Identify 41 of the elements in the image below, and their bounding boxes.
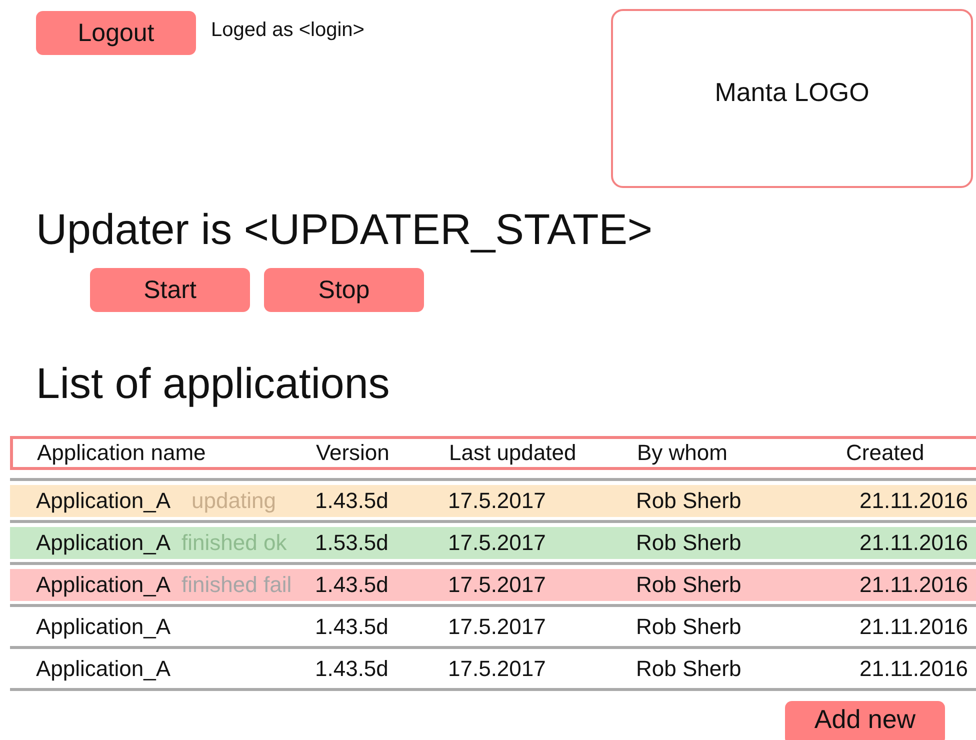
column-header: Created (846, 440, 926, 466)
table-cell: 21.11.2016 (860, 488, 968, 514)
table-cell-text: 1.43.5d (315, 488, 390, 514)
updater-state-heading: Updater is <UPDATER_STATE> (35, 205, 654, 256)
table-cell: 21.11.2016 (860, 572, 968, 598)
status-label: updating (192, 488, 276, 514)
table-cell-text: 1.43.5d (315, 614, 390, 640)
table-cell-text: 1.53.5d (315, 530, 390, 556)
table-cell-text: Rob Sherb (636, 530, 742, 556)
table-cell: 21.11.2016 (860, 614, 968, 640)
logo-text: Manta LOGO (714, 77, 870, 108)
table-cell-text: Rob Sherb (636, 614, 742, 640)
table-cell: Application_A (36, 530, 171, 556)
table-cell-text: Rob Sherb (636, 488, 742, 514)
table-cell-text: 17.5.2017 (448, 572, 547, 598)
login-text: Loged as <login> (211, 18, 364, 42)
table-cell: 21.11.2016 (860, 530, 968, 556)
table-cell-text: Rob Sherb (636, 572, 742, 598)
table-cell-text: 17.5.2017 (448, 530, 547, 556)
table-cell: Application_A (36, 614, 171, 640)
column-header: Application name (37, 440, 207, 466)
table-cell: Application_A (36, 488, 171, 514)
column-header: Version (316, 440, 390, 466)
table-cell-text: 17.5.2017 (448, 614, 547, 640)
column-header: By whom (637, 440, 728, 466)
add-new-button[interactable]: Add new (785, 701, 945, 740)
table-cell-text: 1.43.5d (315, 572, 390, 598)
table-cell: Application_A (36, 572, 171, 598)
table-cell: Application_A (36, 656, 171, 682)
table-cell: 21.11.2016 (860, 656, 968, 682)
status-label: finished ok (182, 530, 287, 556)
status-label: finished fail (182, 572, 292, 598)
stop-button[interactable]: Stop (264, 268, 424, 312)
table-cell-text: 17.5.2017 (448, 656, 547, 682)
table-cell-text: Rob Sherb (636, 656, 742, 682)
list-heading: List of applications (35, 359, 391, 410)
table-cell-text: 1.43.5d (315, 656, 390, 682)
logout-button[interactable]: Logout (36, 11, 196, 55)
start-button[interactable]: Start (90, 268, 250, 312)
table-cell-text: 17.5.2017 (448, 488, 547, 514)
column-header: Last updated (449, 440, 578, 466)
